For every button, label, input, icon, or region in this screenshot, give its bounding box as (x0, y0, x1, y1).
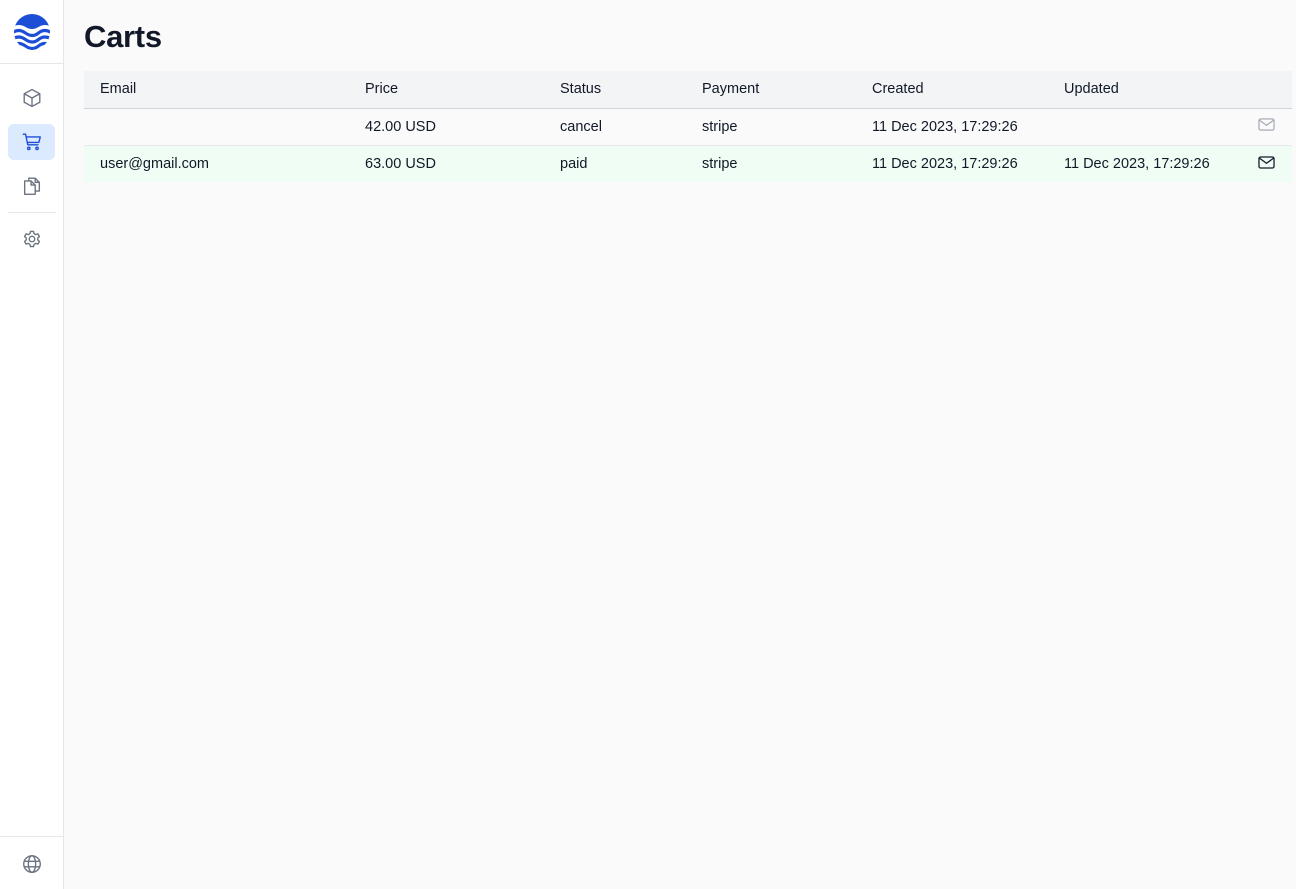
cell-email (84, 108, 349, 145)
cell-price: 42.00 USD (365, 118, 436, 135)
mail-icon (1257, 118, 1275, 131)
cell-updated: 11 Dec 2023, 17:29:26 (1064, 155, 1210, 172)
cell-updated (1048, 108, 1238, 145)
cell-status: paid (560, 155, 588, 172)
cell-created: 11 Dec 2023, 17:29:26 (872, 118, 1018, 135)
sidebar-divider (8, 212, 56, 213)
column-header-email[interactable]: Email (84, 71, 349, 108)
cell-actions (1238, 108, 1292, 145)
sidebar (0, 0, 64, 889)
main-content: Carts Email Price Status Payment Created… (64, 0, 1296, 889)
cube-icon (23, 88, 40, 108)
sidebar-divider (0, 836, 63, 837)
column-header-created[interactable]: Created (856, 71, 1048, 108)
column-header-actions (1238, 71, 1292, 108)
cell-status: cancel (560, 118, 602, 135)
carts-table-container: Email Price Status Payment Created Updat… (84, 71, 1292, 182)
send-email-button[interactable] (1256, 152, 1276, 172)
sidebar-item-language[interactable] (8, 846, 55, 882)
column-header-updated[interactable]: Updated (1048, 71, 1238, 108)
table-body: 42.00 USD cancel stripe 11 Dec 2023, 17:… (84, 108, 1292, 182)
cell-email: user@gmail.com (100, 155, 209, 172)
table-row[interactable]: user@gmail.com 63.00 USD paid stripe 11 … (84, 145, 1292, 182)
send-email-button[interactable] (1256, 115, 1276, 135)
mail-icon (1257, 155, 1275, 169)
app-root: Carts Email Price Status Payment Created… (0, 0, 1296, 889)
sidebar-item-settings[interactable] (8, 221, 55, 257)
cell-created: 11 Dec 2023, 17:29:26 (872, 155, 1018, 172)
gear-icon (23, 230, 40, 248)
documents-icon (23, 177, 40, 195)
cell-price: 63.00 USD (365, 155, 436, 172)
cell-actions (1238, 145, 1292, 182)
globe-icon (22, 855, 41, 873)
sidebar-divider (0, 63, 63, 64)
table-header: Email Price Status Payment Created Updat… (84, 71, 1292, 108)
table-row[interactable]: 42.00 USD cancel stripe 11 Dec 2023, 17:… (84, 108, 1292, 145)
sidebar-item-pages[interactable] (8, 168, 55, 204)
table-header-row: Email Price Status Payment Created Updat… (84, 71, 1292, 108)
column-header-price[interactable]: Price (349, 71, 544, 108)
column-header-status[interactable]: Status (544, 71, 686, 108)
carts-table: Email Price Status Payment Created Updat… (84, 71, 1292, 182)
cell-payment: stripe (702, 118, 738, 135)
cell-payment: stripe (702, 155, 738, 172)
cart-icon (22, 133, 41, 151)
sidebar-item-products[interactable] (8, 80, 55, 116)
sidebar-item-carts[interactable] (8, 124, 55, 160)
column-header-payment[interactable]: Payment (686, 71, 856, 108)
waves-logo-icon[interactable] (12, 14, 52, 50)
page-title: Carts (84, 19, 162, 54)
